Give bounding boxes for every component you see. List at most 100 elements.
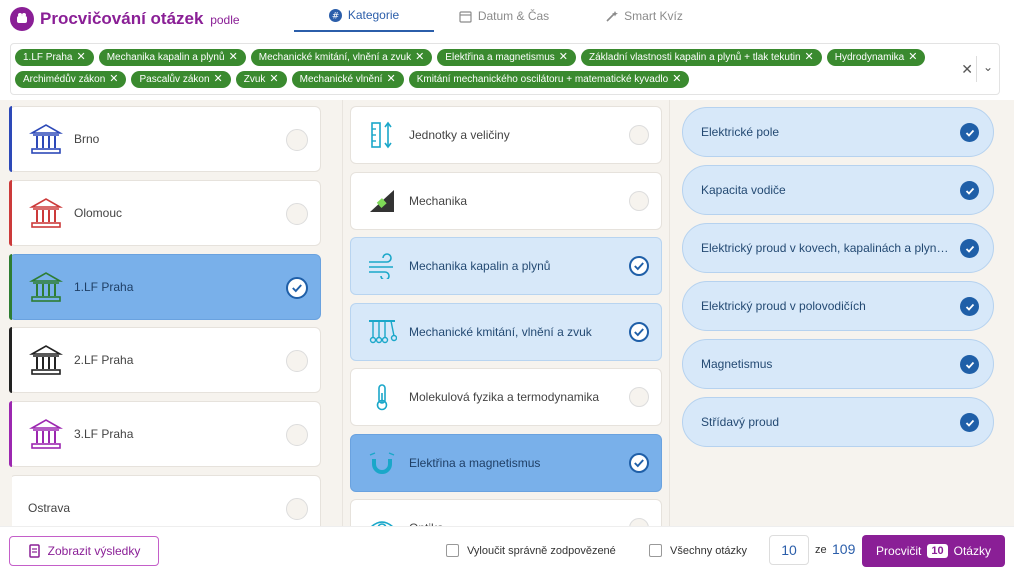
university-item[interactable]: 1.LF Praha bbox=[9, 253, 321, 320]
check-circle-icon[interactable] bbox=[960, 355, 979, 374]
check-circle-icon[interactable] bbox=[960, 413, 979, 432]
topic-item[interactable]: Elektrický proud v kovech, kapalinách a … bbox=[682, 223, 994, 273]
unchecked-circle-icon[interactable] bbox=[286, 350, 308, 373]
chip-remove-icon[interactable]: ✕ bbox=[672, 74, 681, 85]
show-results-button[interactable]: Zobrazit výsledky bbox=[9, 536, 159, 566]
category-item[interactable]: Mechanika kapalin a plynů bbox=[350, 237, 662, 295]
check-circle-icon[interactable] bbox=[960, 239, 979, 258]
check-circle-icon[interactable] bbox=[960, 297, 979, 316]
logo-icon bbox=[17, 13, 27, 23]
of-label: ze bbox=[815, 544, 827, 556]
topic-label: Elektrické pole bbox=[701, 125, 780, 139]
university-item[interactable]: Ostrava bbox=[9, 475, 321, 526]
all-questions-label: Všechny otázky bbox=[670, 544, 748, 557]
chip-remove-icon[interactable]: ✕ bbox=[214, 74, 223, 85]
exclude-correct-option[interactable]: Vyloučit správně zodpovězené bbox=[446, 544, 616, 557]
category-label: Jednotky a veličiny bbox=[409, 128, 510, 142]
category-item[interactable]: Mechanické kmitání, vlnění a zvuk bbox=[350, 302, 662, 361]
check-circle-icon[interactable] bbox=[286, 276, 308, 299]
topic-label: Magnetismus bbox=[701, 357, 773, 371]
university-color-bar bbox=[9, 253, 12, 320]
practice-button[interactable]: Procvičit 10 Otázky bbox=[862, 535, 1005, 567]
university-item[interactable]: Brno bbox=[9, 106, 321, 172]
filter-chip: Archimédův zákon ✕ bbox=[15, 71, 127, 88]
university-icon bbox=[28, 121, 64, 157]
clear-all-icon[interactable]: ✕ bbox=[961, 61, 973, 78]
university-icon bbox=[28, 269, 64, 305]
category-item[interactable]: Optika bbox=[350, 499, 662, 526]
filter-chip: Pascalův zákon ✕ bbox=[131, 71, 231, 88]
results-icon bbox=[28, 544, 40, 558]
eye-icon bbox=[367, 513, 397, 526]
title-text: Procvičování otázek bbox=[40, 9, 204, 28]
chip-label: Základní vlastnosti kapalin a plynů + tl… bbox=[589, 52, 801, 63]
check-circle-icon[interactable] bbox=[629, 452, 649, 473]
category-label: Mechanické kmitání, vlnění a zvuk bbox=[409, 324, 592, 339]
university-item[interactable]: 2.LF Praha bbox=[9, 327, 321, 394]
unchecked-circle-icon[interactable] bbox=[629, 125, 649, 145]
topic-item[interactable]: Kapacita vodiče bbox=[682, 165, 994, 215]
chip-remove-icon[interactable]: ✕ bbox=[559, 52, 568, 63]
check-circle-icon[interactable] bbox=[629, 256, 649, 276]
category-item[interactable]: Jednotky a veličiny bbox=[350, 106, 662, 164]
exclude-correct-checkbox[interactable] bbox=[446, 544, 459, 557]
unchecked-circle-icon[interactable] bbox=[629, 190, 649, 211]
topic-label: Elektrický proud v polovodičích bbox=[701, 299, 866, 313]
chip-label: Elektřina a magnetismus bbox=[445, 52, 555, 63]
topic-list: Elektrické pole Kapacita vodiče Elektrický… bbox=[676, 100, 1014, 526]
topic-item[interactable]: Střídavý proud bbox=[682, 397, 994, 447]
unchecked-circle-icon[interactable] bbox=[286, 202, 308, 225]
tab-datum-cas[interactable]: Datum & Čas bbox=[434, 0, 574, 32]
chip-remove-icon[interactable]: ✕ bbox=[229, 52, 238, 63]
unchecked-circle-icon[interactable] bbox=[629, 518, 649, 526]
magnet-icon bbox=[367, 448, 397, 478]
chip-remove-icon[interactable]: ✕ bbox=[76, 52, 85, 63]
chip-remove-icon[interactable]: ✕ bbox=[415, 52, 424, 63]
practice-count: 10 bbox=[927, 544, 948, 558]
unchecked-circle-icon[interactable] bbox=[286, 424, 308, 447]
university-label: Brno bbox=[74, 132, 100, 146]
chip-remove-icon[interactable]: ✕ bbox=[386, 74, 395, 85]
check-circle-icon[interactable] bbox=[629, 321, 649, 342]
total-count: 109 bbox=[832, 541, 856, 557]
university-label: Ostrava bbox=[28, 501, 71, 515]
tab-smart-kviz[interactable]: Smart Kvíz bbox=[574, 0, 714, 32]
chip-label: Mechanické vlnění bbox=[299, 74, 383, 85]
selected-filters: 1.LF Praha ✕ Mechanika kapalin a plynů ✕ Mec… bbox=[10, 43, 1000, 95]
incline-icon bbox=[367, 186, 397, 216]
topic-item[interactable]: Elektrické pole bbox=[682, 107, 994, 157]
check-circle-icon[interactable] bbox=[960, 123, 979, 142]
category-list: Jednotky a veličiny Mechanika Mechanika ka… bbox=[342, 100, 670, 526]
university-label: 3.LF Praha bbox=[74, 427, 134, 442]
all-questions-option[interactable]: Všechny otázky bbox=[649, 544, 747, 557]
university-icon bbox=[28, 195, 64, 231]
chip-remove-icon[interactable]: ✕ bbox=[269, 74, 278, 85]
chip-remove-icon[interactable]: ✕ bbox=[109, 74, 118, 85]
tab-label: Datum & Čas bbox=[477, 9, 550, 23]
topic-item[interactable]: Elektrický proud v polovodičích bbox=[682, 281, 994, 331]
check-circle-icon[interactable] bbox=[960, 181, 979, 200]
university-color-bar bbox=[9, 401, 12, 468]
all-questions-checkbox[interactable] bbox=[649, 544, 662, 557]
unchecked-circle-icon[interactable] bbox=[286, 129, 308, 151]
category-item[interactable]: Molekulová fyzika a termodynamika bbox=[350, 368, 662, 426]
university-item[interactable]: Olomouc bbox=[9, 179, 321, 246]
tab-kategorie[interactable]: # Kategorie bbox=[294, 0, 434, 32]
header: Procvičování otázek podle # Kategorie Da… bbox=[0, 0, 1014, 38]
chip-remove-icon[interactable]: ✕ bbox=[805, 52, 814, 63]
chip-label: 1.LF Praha bbox=[23, 52, 73, 63]
category-item[interactable]: Mechanika bbox=[350, 171, 662, 230]
chip-remove-icon[interactable]: ✕ bbox=[908, 52, 917, 63]
chevron-down-icon[interactable]: ⌄ bbox=[983, 60, 993, 74]
unchecked-circle-icon[interactable] bbox=[629, 387, 649, 407]
filter-chip: Elektřina a magnetismus ✕ bbox=[437, 49, 577, 66]
category-item[interactable]: Elektřina a magnetismus bbox=[350, 433, 662, 492]
topic-item[interactable]: Magnetismus bbox=[682, 339, 994, 389]
unchecked-circle-icon[interactable] bbox=[286, 498, 308, 520]
question-count-input[interactable]: 10 bbox=[769, 535, 809, 565]
topic-label: Střídavý proud bbox=[701, 415, 780, 429]
university-item[interactable]: 3.LF Praha bbox=[9, 401, 321, 468]
topic-label: Kapacita vodiče bbox=[701, 183, 786, 197]
chip-label: Pascalův zákon bbox=[139, 74, 210, 85]
tab-bar: # Kategorie Datum & Čas Smart Kvíz bbox=[294, 0, 714, 34]
